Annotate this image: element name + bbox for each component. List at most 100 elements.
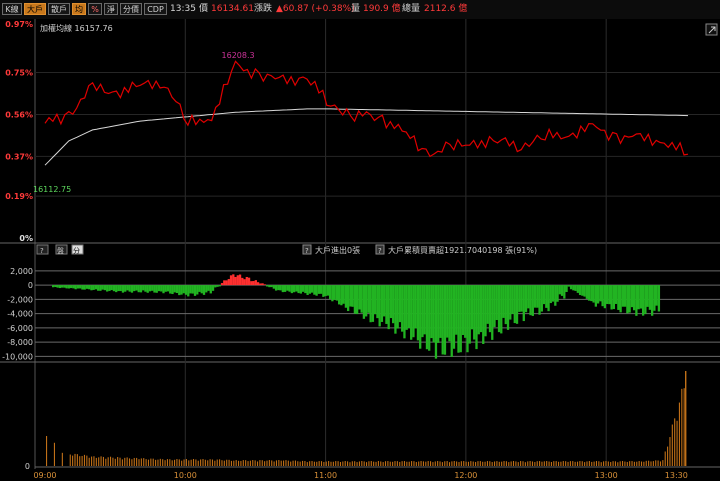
flow-bar [160, 285, 163, 292]
retail-button[interactable]: 散戶 [48, 3, 70, 15]
flow-bar [133, 285, 136, 292]
volume-bar [200, 459, 202, 466]
volume-bar [86, 455, 88, 466]
volume-bar [588, 461, 590, 466]
volume-bar [271, 460, 273, 466]
flow-bar [189, 285, 192, 294]
toolbar: K線 大戶 散戶 均 % 淨 分價 CDP 13:35 價 16134.61 漲… [0, 0, 720, 19]
flow-bar [90, 285, 93, 291]
tab-board[interactable]: 盤 [57, 246, 64, 255]
flow-bar [83, 285, 86, 290]
volume-bar [76, 454, 78, 466]
volume-bar [226, 459, 228, 466]
volume-bar [287, 460, 289, 466]
flow-bar [256, 282, 260, 286]
volume-bar [380, 461, 382, 466]
volume-bar [283, 460, 285, 466]
flow-bar [81, 285, 84, 290]
volume-bar [323, 461, 325, 466]
legend-a-help-icon[interactable]: ? [305, 247, 309, 255]
volume-bar [83, 454, 86, 466]
cdp-button[interactable]: CDP [144, 3, 167, 15]
volume-bar [190, 459, 192, 466]
volume-bar [441, 462, 443, 466]
volume-bar [105, 458, 107, 466]
volume-bar [610, 462, 612, 466]
price-distribution-button[interactable]: 分價 [120, 3, 142, 15]
volume-bar [107, 457, 109, 466]
flow-bar [175, 285, 179, 293]
flow-bar [162, 285, 165, 294]
flow-bar [513, 285, 516, 324]
volume-bar [603, 461, 605, 466]
flow-bar [214, 285, 217, 288]
flow-bar [614, 285, 618, 304]
flow-bar [70, 285, 73, 289]
flow-bar [398, 285, 402, 323]
volume-bar [46, 436, 48, 466]
flow-bar [378, 285, 381, 327]
average-button[interactable]: 均 [72, 3, 86, 15]
volume-bar [375, 461, 377, 466]
flow-bar [236, 275, 239, 286]
big-holder-button[interactable]: 大戶 [24, 3, 46, 15]
volume-bar [536, 461, 538, 466]
tab-help[interactable]: ? [40, 247, 44, 255]
volume-bar [586, 461, 588, 466]
volume-bar [91, 456, 93, 466]
volume-bar [344, 461, 346, 466]
flow-bar [85, 285, 89, 289]
flow-bar [331, 285, 334, 302]
flow-bar [310, 285, 314, 293]
volume-bar [448, 462, 451, 466]
volume-bar [418, 461, 420, 466]
flow-bar [590, 285, 593, 302]
flow-bar [450, 285, 453, 357]
volume-bar [460, 461, 462, 466]
expand-icon[interactable] [705, 23, 718, 36]
volume-bar [325, 461, 327, 466]
volume-bar [541, 461, 543, 466]
volume-bar [131, 459, 133, 466]
tab-minute[interactable]: 分 [73, 246, 80, 255]
volume-bar [207, 460, 209, 466]
flow-bar [425, 285, 429, 350]
volume-bar [648, 460, 650, 466]
volume-bar [159, 458, 161, 466]
flow-bar [200, 285, 203, 294]
flow-bar [383, 285, 386, 317]
net-button[interactable]: 淨 [104, 3, 118, 15]
flow-tick-label: 0 [28, 281, 33, 290]
flow-bar [317, 285, 321, 294]
flow-bar [635, 285, 638, 316]
volume-bar [273, 461, 275, 466]
percent-button[interactable]: % [88, 3, 102, 15]
flow-bar [211, 285, 215, 291]
volume-bar [117, 457, 119, 466]
volume-bar [529, 461, 531, 466]
volume-bar [600, 462, 602, 466]
volume-bar [152, 458, 154, 466]
kline-button[interactable]: K線 [2, 3, 22, 15]
volume-bar [598, 461, 600, 466]
flow-bar [459, 285, 462, 353]
volume-bar [539, 461, 541, 466]
flow-bar [549, 285, 552, 304]
volume-bar [415, 462, 417, 466]
volume-bar [584, 462, 586, 466]
flow-bar [353, 285, 357, 314]
volume-bar [114, 458, 116, 466]
flow-bar [587, 285, 591, 301]
flow-bar [308, 285, 312, 294]
change-label: 漲跌 [254, 4, 273, 14]
time-tick-label: 12:00 [454, 471, 477, 480]
legend-b-help-icon[interactable]: ? [378, 247, 382, 255]
price-tick-label: 0.19% [5, 192, 33, 201]
volume-bar [266, 460, 268, 466]
panel-title: 加權均線 16157.76 [40, 23, 113, 33]
flow-bar [466, 285, 469, 353]
volume-bar [408, 461, 410, 466]
flow-bar [358, 285, 361, 310]
flow-bar [506, 285, 510, 330]
flow-bar [455, 285, 458, 335]
